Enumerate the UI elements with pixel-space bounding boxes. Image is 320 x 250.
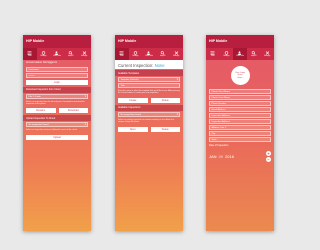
client-first-name-input[interactable]: Client's First Name — [209, 89, 271, 94]
logo-placeholder: Your Logo Goes Here — [230, 66, 250, 85]
nav-label: Settings — [132, 54, 139, 57]
app-title: HIP Mobile — [206, 35, 274, 48]
phone-cloud-screen: HIP Mobile Data Settings Client Info Ins… — [23, 35, 91, 231]
email-address-input[interactable]: Email Address — [209, 107, 271, 112]
open-button-row: Open Delete — [118, 126, 180, 132]
template-select[interactable]: Template (Default) ▾ — [118, 77, 180, 82]
account-status: Account status: Not logged in — [26, 61, 58, 64]
upload-button[interactable]: Upload — [26, 134, 88, 140]
current-inspection-value: None — [154, 62, 165, 68]
date-stepper: + − — [266, 150, 271, 162]
delete-inspection-button[interactable]: Delete — [150, 126, 180, 132]
upload-select[interactable]: No inspection Found ▾ — [26, 122, 88, 128]
login-button[interactable]: Login — [26, 79, 88, 85]
increment-button[interactable]: + — [266, 150, 271, 156]
app-title: HIP Mobile — [23, 35, 91, 48]
nav-item-data[interactable]: Data — [206, 48, 220, 60]
download-select[interactable]: File: 1.6.edu ▾ — [26, 93, 88, 99]
template-select-value: Template (Default) — [120, 79, 139, 81]
rename-button[interactable]: Rename — [26, 108, 56, 114]
nav-item-inspect[interactable]: Inspect — [247, 48, 261, 60]
current-inspection-label: Current Inspection: — [118, 62, 154, 68]
nav-item-data[interactable]: Data — [115, 48, 129, 60]
chevron-down-icon: ▾ — [84, 123, 86, 127]
nav-item-client-info[interactable]: Client Info — [233, 48, 247, 60]
delete-template-button[interactable]: Delete — [150, 97, 180, 103]
date-day[interactable]: 09 — [219, 154, 223, 159]
nav-item-data[interactable]: Data — [23, 48, 37, 60]
inspection-name-input[interactable]: Title — [118, 83, 180, 88]
nav-label: Inspect — [159, 54, 166, 57]
date-month[interactable]: JAN — [209, 154, 217, 159]
current-inspection-bar: Current Inspection: None — [115, 60, 183, 69]
nav-label: Settings — [223, 54, 230, 57]
download-button[interactable]: Download — [58, 108, 88, 114]
state-input[interactable]: State — [209, 137, 271, 142]
nav-item-client-info[interactable]: Client Info — [50, 48, 64, 60]
phone-number-input[interactable]: Phone Number — [209, 101, 271, 106]
nav-label: Settings — [40, 54, 47, 57]
create-help-text: Enter the name or select the template th… — [118, 90, 180, 95]
nav-item-settings[interactable]: Settings — [37, 48, 51, 60]
nav-label: Client Info — [145, 54, 153, 57]
nav-label: Settings — [81, 54, 88, 57]
nav-label: Data — [28, 54, 32, 57]
create-button-row: Create Delete — [118, 97, 180, 103]
date-of-inspection-label: Date of Inspection — [209, 144, 229, 147]
address-line-2-input[interactable]: Address Line 2 — [209, 125, 271, 130]
chevron-down-icon: ▾ — [176, 78, 178, 81]
download-button-row: Rename Download — [26, 108, 88, 114]
download-help-text: Select an inspection from the list and p… — [26, 100, 85, 106]
nav-label: Settings — [264, 54, 271, 57]
nav-item-inspect[interactable]: Inspect — [156, 48, 170, 60]
decrement-button[interactable]: − — [266, 156, 271, 162]
date-picker: JAN 09 2016 + − — [209, 150, 271, 162]
nav-label: Data — [120, 54, 124, 57]
inspection-address-input[interactable]: Inspection Address — [209, 113, 271, 118]
nav-item-tools[interactable]: Settings — [169, 48, 183, 60]
phone-client-info-screen: HIP Mobile Data Settings Client Info Ins… — [206, 35, 274, 231]
upload-help-text: Select an inspection and press Upload to… — [26, 129, 78, 132]
nav-label: Client Info — [236, 54, 244, 57]
inspection-address-2-input[interactable]: Inspection Address — [209, 119, 271, 124]
nav-item-tools[interactable]: Settings — [260, 48, 274, 60]
inspections-section-header: Available Inspections — [115, 104, 183, 111]
nav-label: Settings — [173, 54, 180, 57]
chevron-down-icon: ▾ — [84, 94, 86, 98]
nav-item-inspect[interactable]: Inspect — [64, 48, 78, 60]
nav-item-settings[interactable]: Settings — [129, 48, 143, 60]
download-select-value: File: 1.6.edu — [28, 95, 41, 98]
inspection-select-value: No inspections found — [120, 113, 141, 116]
nav-label: Data — [211, 54, 215, 57]
upload-select-value: No inspection Found — [28, 124, 49, 127]
phone-inspection-screen: HIP Mobile Data Settings Client Info Ins… — [115, 35, 183, 231]
chevron-down-icon: ▾ — [176, 112, 178, 116]
open-help-text: Select an existing inspection to continu… — [118, 118, 175, 124]
app-title: HIP Mobile — [115, 35, 183, 48]
client-last-name-input[interactable]: Client's Last Name — [209, 95, 271, 100]
nav-label: Inspect — [250, 54, 257, 57]
templates-section-header: Available Templates — [115, 70, 183, 76]
nav-bar: Data Settings Client Info Inspect Settin… — [206, 48, 274, 60]
create-button[interactable]: Create — [118, 97, 148, 103]
nav-label: Inspect — [67, 54, 74, 57]
nav-bar: Data Settings Client Info Inspect Settin… — [23, 48, 91, 60]
open-button[interactable]: Open — [118, 126, 148, 132]
inspection-select[interactable]: No inspections found ▾ — [118, 111, 180, 117]
nav-label: Client Info — [53, 54, 61, 57]
nav-bar: Data Settings Client Info Inspect Settin… — [115, 48, 183, 60]
download-section-header: Download Inspection from Cloud — [23, 86, 91, 93]
nav-item-client-info[interactable]: Client Info — [142, 48, 156, 60]
nav-item-settings[interactable]: Settings — [220, 48, 234, 60]
username-input[interactable]: Username — [26, 66, 88, 72]
nav-item-tools[interactable]: Settings — [77, 48, 91, 60]
date-year[interactable]: 2016 — [225, 154, 234, 159]
upload-section-header: Upload Inspection To Cloud — [23, 115, 91, 122]
password-input[interactable]: •••••••• — [26, 72, 88, 78]
city-input[interactable]: City — [209, 131, 271, 136]
logo-text-line: Here — [237, 76, 243, 79]
